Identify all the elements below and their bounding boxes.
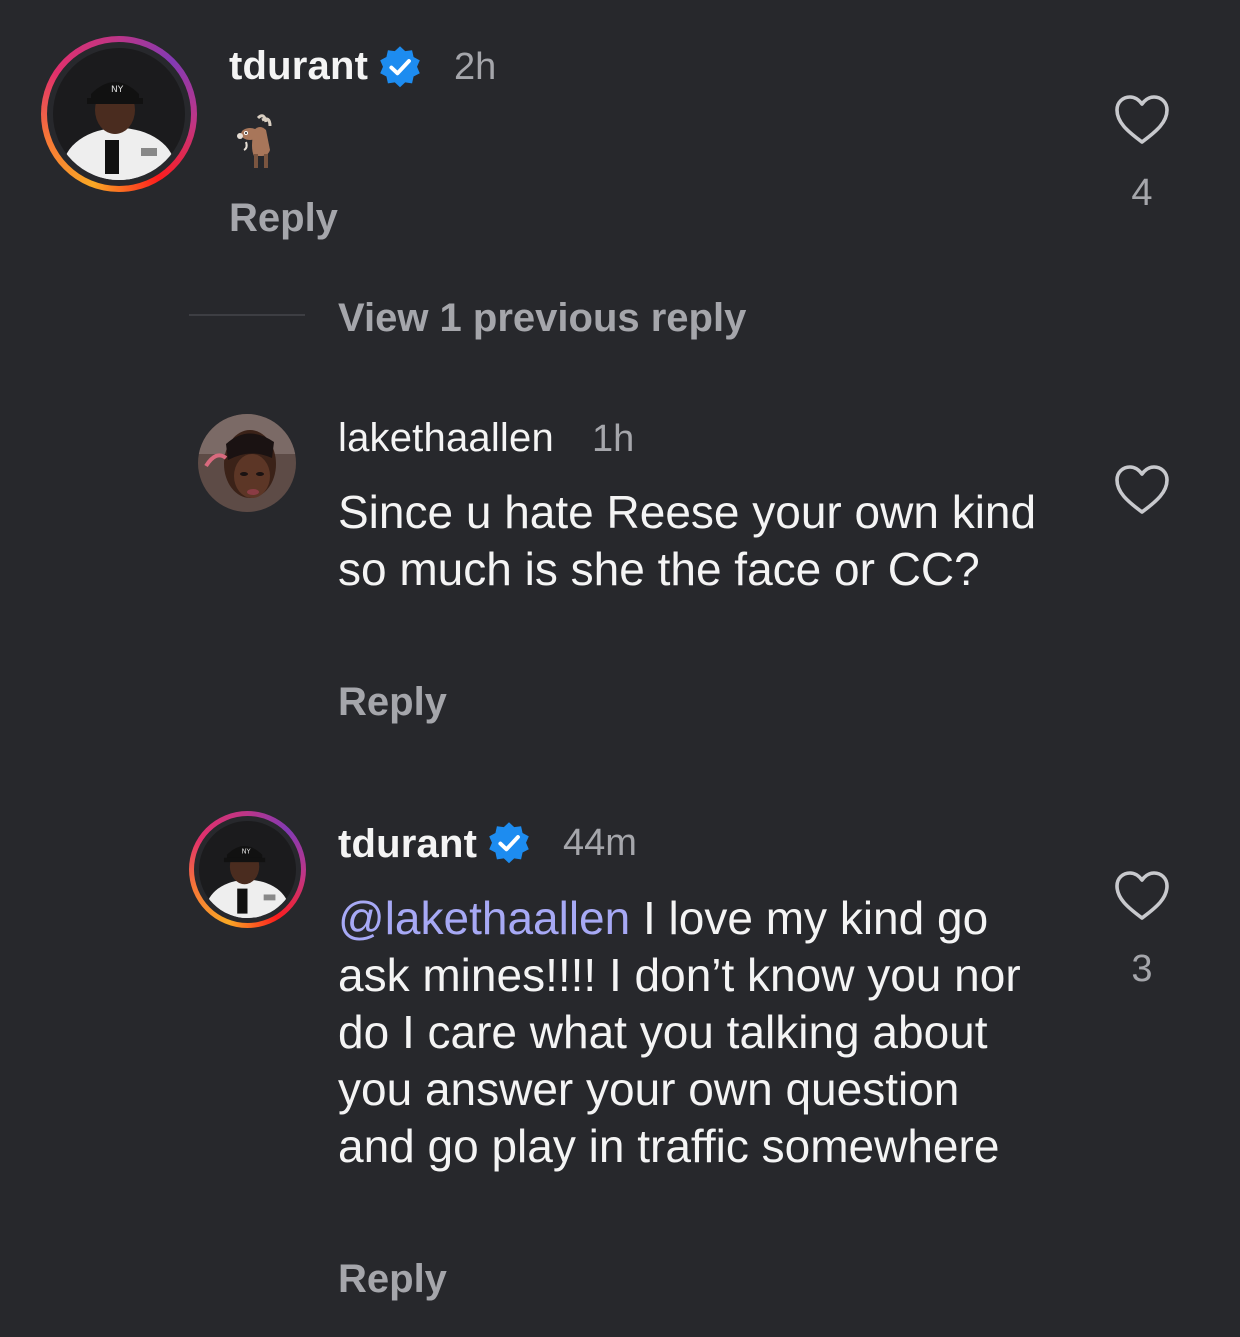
svg-text:NY: NY [242, 847, 252, 855]
like-count: 4 [1131, 172, 1153, 214]
replies-divider [189, 314, 305, 316]
svg-text:NY: NY [111, 85, 124, 95]
reply-button[interactable]: Reply [229, 196, 338, 241]
comment-text: @lakethaallen I love my kind go ask mine… [338, 890, 1038, 1175]
view-previous-replies-button[interactable]: View 1 previous reply [338, 296, 746, 341]
like-heart-icon[interactable] [1113, 464, 1171, 516]
reply-button[interactable]: Reply [338, 1257, 447, 1302]
avatar: NY [199, 821, 296, 918]
comment-username[interactable]: tdurant [229, 44, 368, 89]
like-heart-icon[interactable] [1113, 94, 1171, 146]
comment-timestamp: 44m [563, 822, 637, 864]
avatar[interactable] [198, 414, 296, 512]
avatar: NY [53, 48, 185, 180]
comment-text: Since u hate Reese your own kind so much… [338, 486, 1037, 595]
reply-button[interactable]: Reply [338, 680, 447, 725]
verified-badge-icon [489, 822, 529, 864]
comment-timestamp: 2h [454, 46, 497, 88]
comment-username[interactable]: tdurant [338, 822, 477, 867]
comment-username[interactable]: lakethaallen [338, 416, 554, 461]
mention-link[interactable]: @lakethaallen [338, 892, 630, 944]
like-count: 3 [1131, 948, 1153, 990]
comment-timestamp: 1h [592, 418, 635, 460]
avatar-story-ring[interactable]: NY [189, 811, 306, 928]
verified-badge-icon [380, 46, 420, 88]
comments-thread: NY tdurant 2h Reply 4 View 1 previous re… [0, 0, 1240, 1337]
like-heart-icon[interactable] [1113, 870, 1171, 922]
avatar-story-ring[interactable]: NY [41, 36, 197, 192]
goat-emoji-icon [237, 114, 272, 168]
